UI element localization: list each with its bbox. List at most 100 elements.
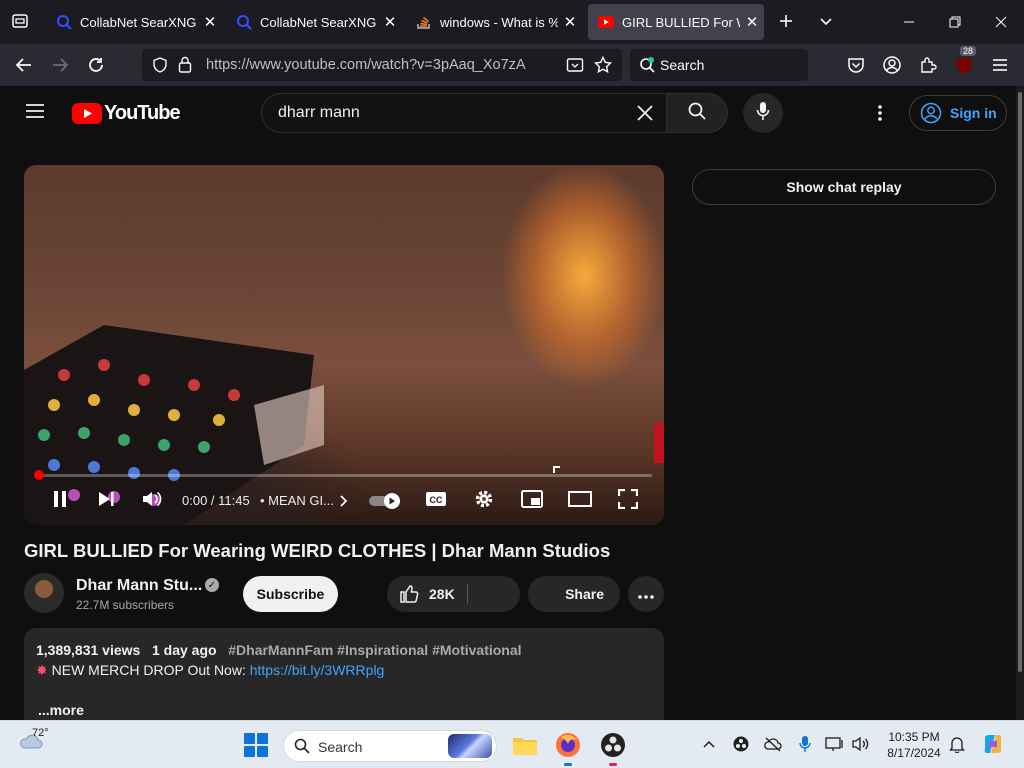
browser-tab[interactable]: CollabNet SearXNG ✕ — [226, 4, 402, 40]
show-chat-replay-button[interactable]: Show chat replay — [692, 169, 996, 205]
upload-age: 1 day ago — [151, 642, 217, 658]
youtube-search-input[interactable]: dharr mann — [261, 93, 667, 133]
chapter-chevron-icon[interactable] — [336, 487, 352, 515]
notification-bell-icon[interactable] — [946, 733, 968, 755]
obs-running-indicator — [609, 763, 617, 766]
page-scrollbar-thumb[interactable] — [1018, 92, 1022, 672]
channel-avatar[interactable] — [24, 573, 64, 613]
user-circle-icon — [920, 102, 942, 124]
back-icon[interactable] — [10, 52, 38, 78]
dislike-button[interactable] — [468, 576, 520, 612]
minimize-window-icon[interactable] — [886, 0, 932, 44]
copilot-icon[interactable] — [980, 731, 1006, 757]
clock-time: 10:35 PM — [888, 730, 940, 744]
share-button[interactable]: Share — [528, 576, 620, 612]
fullscreen-button[interactable] — [614, 487, 642, 515]
url-bar[interactable]: https://www.youtube.com/watch?v=3pAaq_Xo… — [142, 49, 622, 81]
chapter-title[interactable]: • MEAN GI... — [260, 493, 334, 508]
like-button[interactable]: 28K — [387, 576, 467, 612]
firefox-icon[interactable] — [554, 731, 582, 759]
show-hidden-icons-chevron-icon[interactable] — [698, 733, 720, 755]
youtube-search-button[interactable] — [666, 93, 728, 133]
like-dislike-group: 28K — [387, 576, 520, 612]
pocket-icon[interactable] — [842, 52, 870, 78]
close-tab-icon[interactable]: ✕ — [378, 13, 402, 31]
network-display-icon[interactable] — [824, 733, 846, 755]
clear-search-icon[interactable] — [636, 104, 654, 127]
bookmark-star-icon[interactable] — [593, 55, 613, 79]
video-scrubber[interactable] — [34, 470, 44, 480]
firefox-active-indicator — [564, 763, 572, 766]
gear-icon — [474, 489, 494, 514]
microphone-tray-icon[interactable] — [794, 733, 816, 755]
sign-in-button[interactable]: Sign in — [909, 95, 1007, 131]
hashtags[interactable]: #DharMannFam #Inspirational #Motivationa… — [228, 642, 521, 658]
volume-tray-icon[interactable] — [850, 733, 872, 755]
share-label: Share — [565, 586, 604, 602]
close-tab-icon[interactable]: ✕ — [198, 13, 222, 31]
browser-tab[interactable]: CollabNet SearXNG ✕ — [46, 4, 222, 40]
browser-tab-active[interactable]: GIRL BULLIED For Wear ✕ — [588, 4, 764, 40]
description-meta: 1,389,831 views 1 day ago #DharMannFam #… — [36, 642, 522, 658]
tab-overview-icon[interactable] — [6, 8, 34, 34]
description-box[interactable]: 1,389,831 views 1 day ago #DharMannFam #… — [24, 628, 664, 728]
mute-button[interactable] — [138, 487, 166, 515]
more-actions-button[interactable] — [628, 576, 664, 612]
browser-tab[interactable]: windows - What is %0|% ✕ — [406, 4, 582, 40]
subscriber-count: 22.7M subscribers — [76, 598, 175, 612]
close-tab-icon[interactable]: ✕ — [740, 13, 764, 31]
subscribe-button[interactable]: Subscribe — [243, 576, 338, 612]
search-engine-icon[interactable] — [638, 56, 656, 79]
obs-tray-icon[interactable] — [730, 733, 752, 755]
settings-button[interactable] — [470, 487, 498, 515]
voice-search-button[interactable] — [743, 93, 783, 133]
sparkle-emoji-icon: ✸ — [36, 662, 48, 678]
menu-hamburger-icon[interactable] — [986, 52, 1014, 78]
video-title: GIRL BULLIED For Wearing WEIRD CLOTHES |… — [24, 540, 611, 561]
search-icon — [687, 101, 707, 126]
search-query: dharr mann — [278, 104, 360, 121]
start-tile — [257, 746, 268, 757]
list-all-tabs-icon[interactable] — [812, 8, 840, 34]
miniplayer-button[interactable] — [518, 487, 546, 515]
tracking-protection-shield-icon[interactable] — [152, 57, 168, 78]
taskbar-clock[interactable]: 10:35 PM 8/17/2024 — [880, 729, 948, 761]
subtitles-button[interactable]: CC — [422, 487, 450, 515]
more-options-icon[interactable] — [872, 103, 888, 128]
account-icon[interactable] — [878, 52, 906, 78]
show-more-link[interactable]: ...more — [38, 702, 84, 718]
clock-date: 8/17/2024 — [887, 746, 941, 760]
obs-studio-icon[interactable] — [599, 731, 627, 759]
extensions-icon[interactable] — [914, 52, 942, 78]
channel-name[interactable]: Dhar Mann Stu... — [76, 577, 202, 595]
browser-search-placeholder: Search — [660, 57, 705, 73]
merch-link[interactable]: https://bit.ly/3WRRplg — [250, 662, 385, 678]
ublock-origin-icon[interactable]: 28 — [950, 46, 978, 78]
url-text: https://www.youtube.com/watch?v=3pAaq_Xo… — [206, 57, 526, 73]
taskbar-search-box[interactable]: Search — [283, 730, 497, 762]
guide-menu-icon[interactable] — [24, 102, 46, 125]
browser-tab-strip: CollabNet SearXNG ✕ CollabNet SearXNG ✕ … — [0, 0, 1024, 44]
next-video-button[interactable] — [92, 487, 120, 515]
close-window-icon[interactable] — [978, 0, 1024, 44]
svg-text:CC: CC — [430, 495, 443, 505]
windows-start-icon[interactable] — [244, 733, 268, 757]
browser-search-bar[interactable]: Search — [630, 49, 808, 81]
youtube-logo[interactable]: YouTube — [72, 102, 181, 125]
video-player[interactable]: 0:00 / 11:45 • MEAN GI... CC — [24, 165, 664, 525]
lock-icon[interactable] — [178, 56, 192, 78]
reload-icon[interactable] — [82, 52, 110, 78]
forward-icon[interactable] — [46, 52, 74, 78]
cloud-sync-off-icon[interactable] — [762, 733, 784, 755]
theater-mode-icon — [568, 490, 592, 512]
theater-mode-button[interactable] — [566, 487, 594, 515]
close-tab-icon[interactable]: ✕ — [558, 13, 582, 31]
restore-window-icon[interactable] — [932, 0, 978, 44]
file-explorer-icon[interactable] — [511, 731, 539, 759]
pause-icon — [52, 490, 68, 513]
pause-button[interactable] — [46, 487, 74, 515]
picture-in-picture-icon[interactable] — [566, 56, 584, 79]
new-tab-icon[interactable] — [772, 8, 800, 34]
video-progress-bar[interactable] — [36, 474, 652, 477]
autoplay-toggle[interactable] — [368, 487, 404, 515]
